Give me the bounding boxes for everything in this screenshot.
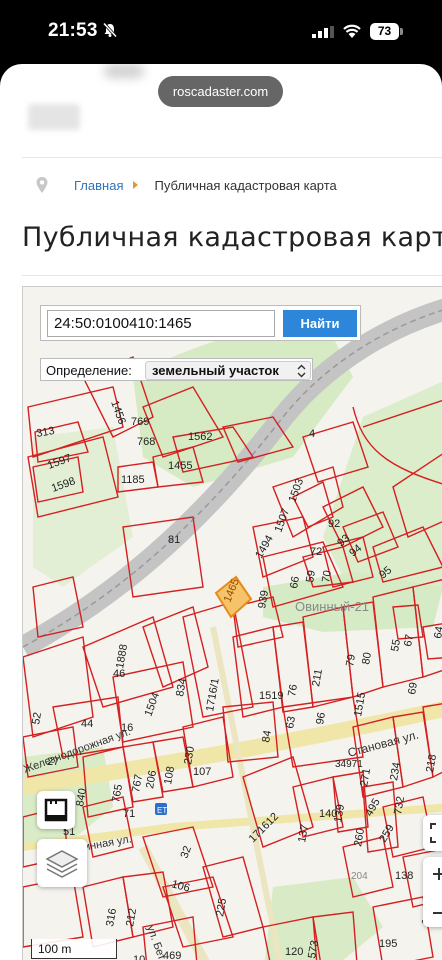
ruler-icon bbox=[44, 798, 68, 822]
breadcrumb-current: Публичная кадастровая карта bbox=[154, 177, 337, 193]
parcel-label: 70 bbox=[320, 569, 334, 583]
parcel-label: 96 bbox=[314, 711, 328, 725]
parcel-label: 768 bbox=[137, 436, 155, 448]
parcel-label: 46 bbox=[113, 668, 125, 680]
parcel-label: 84 bbox=[260, 729, 274, 743]
blurred-element bbox=[104, 64, 144, 78]
map-settlement-label: Овинный-21 bbox=[295, 599, 369, 614]
layers-icon bbox=[45, 850, 79, 878]
parcel-label: 79 bbox=[344, 653, 358, 667]
parcel-label: 59 bbox=[304, 569, 318, 583]
parcel-label: 4 bbox=[309, 428, 315, 440]
parcel-label: 76 bbox=[286, 683, 300, 697]
definition-select-value: земельный участок bbox=[152, 363, 279, 378]
parcel-label: 64 bbox=[432, 625, 442, 639]
signal-icon bbox=[312, 26, 334, 38]
page-title: Публичная кадастровая карта bbox=[22, 222, 442, 253]
parcel-label: 107 bbox=[193, 766, 211, 778]
parcel-label: 1562 bbox=[188, 431, 212, 443]
definition-select[interactable]: земельный участок bbox=[145, 361, 311, 380]
breadcrumb-home-link[interactable]: Главная bbox=[74, 178, 123, 193]
definition-label: Определение: bbox=[46, 363, 132, 378]
parcel-label: 52 bbox=[30, 711, 44, 725]
battery-icon: 73 bbox=[370, 23, 404, 40]
fullscreen-button[interactable] bbox=[423, 815, 442, 851]
map-scale: 100 m bbox=[31, 939, 117, 959]
site-logo[interactable] bbox=[28, 104, 80, 130]
status-bar: 21:53 73 bbox=[0, 0, 442, 64]
zoom-in-icon[interactable] bbox=[423, 857, 442, 891]
parcel-label: 67 bbox=[402, 633, 416, 647]
parcel-label: 72 bbox=[310, 546, 322, 558]
muted-bell-icon bbox=[102, 22, 118, 38]
parcel-label: 66 bbox=[288, 575, 302, 589]
parcel-label: 92 bbox=[328, 518, 340, 530]
svg-text:ET: ET bbox=[157, 806, 167, 815]
parcel-label: 80 bbox=[360, 651, 374, 665]
chevron-updown-icon bbox=[297, 364, 306, 378]
breadcrumb-arrow-icon bbox=[133, 181, 139, 189]
parcel-label: 1519 bbox=[259, 690, 283, 702]
browser-sheet: roscadaster.com Главная Публичная кадаст… bbox=[0, 64, 442, 960]
parcel-label: 63 bbox=[284, 715, 298, 729]
battery-level: 73 bbox=[370, 23, 399, 40]
parcel-label: 120 bbox=[285, 946, 303, 958]
parcel-label: 769 bbox=[131, 416, 149, 428]
parcel-label: 1455 bbox=[168, 460, 192, 472]
parcel-label: 1185 bbox=[121, 474, 145, 486]
parcel-label: 34971 bbox=[335, 759, 363, 770]
parcel-label: 195 bbox=[379, 938, 397, 950]
parcel-label: 55 bbox=[389, 638, 403, 652]
parcel-label: 69 bbox=[406, 681, 420, 695]
definition-box: Определение: земельный участок bbox=[40, 358, 313, 381]
zoom-control[interactable] bbox=[423, 857, 442, 927]
cadastral-number-input[interactable] bbox=[47, 310, 275, 337]
breadcrumb: Главная Публичная кадастровая карта bbox=[36, 174, 337, 196]
zoom-out-icon[interactable] bbox=[423, 896, 442, 930]
layers-button[interactable] bbox=[37, 839, 87, 887]
parcel-label: 10 bbox=[133, 954, 145, 960]
title-divider bbox=[22, 275, 442, 276]
status-time: 21:53 bbox=[48, 20, 98, 41]
parcel-label: 44 bbox=[81, 718, 93, 730]
url-pill[interactable]: roscadaster.com bbox=[158, 76, 283, 107]
fullscreen-icon bbox=[430, 823, 436, 843]
find-button[interactable]: Найти bbox=[283, 310, 357, 337]
wifi-icon bbox=[343, 24, 361, 38]
parcel-label: 204 bbox=[351, 871, 368, 882]
parcel-label: 81 bbox=[168, 534, 180, 546]
ruler-button[interactable] bbox=[37, 791, 75, 829]
location-pin-icon bbox=[36, 177, 48, 193]
cadastral-map[interactable]: 1465 1456 769 768 1562 313 1597 1598 118… bbox=[22, 286, 442, 960]
parcel-label: 138 bbox=[395, 870, 413, 882]
parcel-label: 71 bbox=[123, 808, 135, 820]
header-divider bbox=[22, 157, 442, 158]
cadastral-search-box: Найти bbox=[40, 305, 361, 341]
